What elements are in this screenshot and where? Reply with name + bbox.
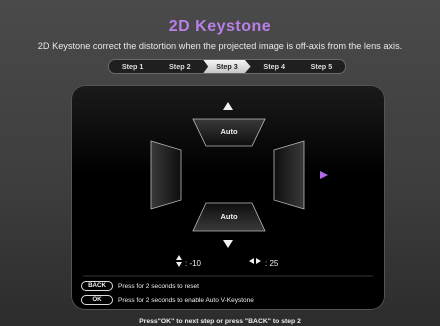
top-auto-label: Auto (220, 127, 238, 136)
arrow-right-icon[interactable] (320, 171, 328, 179)
keystone-diagram (83, 102, 373, 277)
step-5[interactable]: Step 5 (298, 60, 345, 73)
step-3[interactable]: Step 3 (203, 60, 251, 73)
back-key: BACK (81, 281, 113, 291)
hint-back: BACK Press for 2 seconds to reset (81, 281, 199, 291)
step-2[interactable]: Step 2 (156, 60, 203, 73)
arrow-up-icon[interactable] (223, 102, 233, 110)
step-4[interactable]: Step 4 (251, 60, 298, 73)
hint-ok: OK Press for 2 seconds to enable Auto V-… (81, 295, 254, 305)
page-subtitle: 2D Keystone correct the distortion when … (37, 41, 403, 51)
hint-back-text: Press for 2 seconds to reset (118, 282, 199, 290)
ok-key: OK (81, 295, 113, 305)
bottom-auto-label: Auto (220, 212, 238, 221)
horizontal-value: : 25 (265, 259, 279, 268)
horizontal-adjust-icon (249, 258, 261, 264)
hint-ok-text: Press for 2 seconds to enable Auto V-Key… (118, 296, 254, 304)
right-keystone-shape (273, 140, 305, 210)
step-progress: Step 1 Step 2 Step 3 Step 4 Step 5 (108, 59, 346, 74)
left-keystone-shape (150, 140, 182, 210)
step-1[interactable]: Step 1 (109, 60, 156, 73)
vertical-value: : -10 (185, 259, 202, 268)
footer-instruction: Press"OK" to next step or press "BACK" t… (139, 318, 301, 325)
arrow-down-icon[interactable] (223, 240, 233, 248)
page-title: 2D Keystone (168, 18, 272, 35)
vertical-adjust-icon (176, 255, 182, 267)
keystone-panel: Auto Auto : -10 : 25 BACK Press for 2 se… (71, 85, 385, 310)
